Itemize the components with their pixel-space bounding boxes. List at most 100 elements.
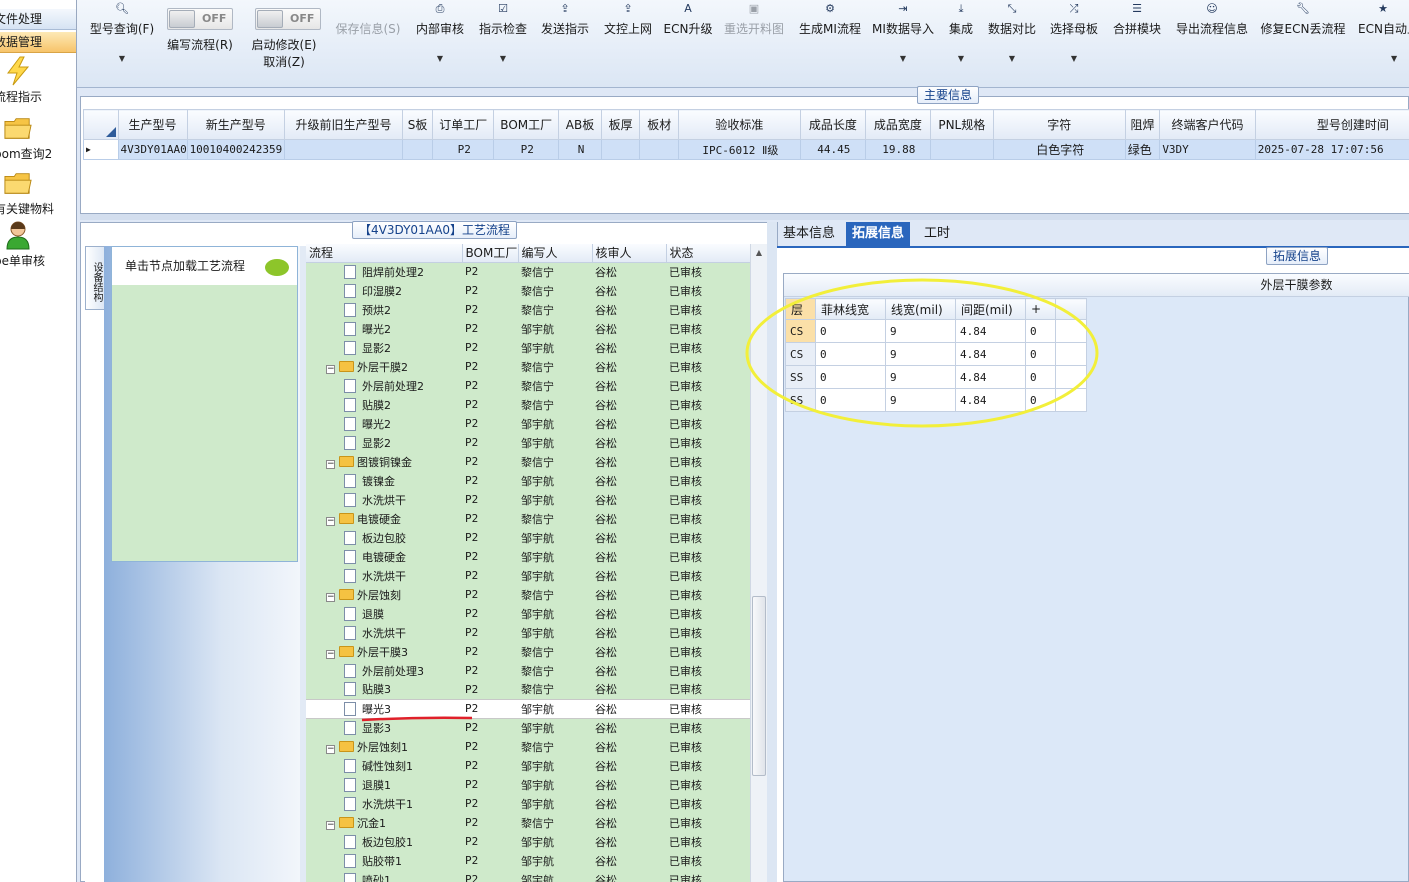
tree-cell-status[interactable]: 已审核 [666,737,750,756]
col-header[interactable]: 菲林线宽 [815,298,886,320]
nav-item-flow-instruction[interactable]: 流程指示 [0,56,76,110]
tree-cell-bom[interactable]: P2 [462,813,518,832]
tree-cell-writer[interactable]: 邹宇航 [518,433,592,452]
tree-cell-status[interactable]: 已审核 [666,680,750,699]
col-header[interactable]: BOM工厂 [462,244,519,263]
row-selector-header[interactable] [83,109,119,140]
tree-cell-writer[interactable]: 邹宇航 [518,604,592,623]
tree-row[interactable]: − 外层干膜2 P2 黎信宁 谷松 已审核 [306,357,750,376]
tree-cell-bom[interactable]: P2 [462,509,518,528]
table-row[interactable]: ▶ 4V3DY01AA0 10010400242359 P2 P2 N IPC-… [83,139,1409,160]
tree-cell-writer[interactable]: 黎信宁 [518,452,592,471]
tree-cell-writer[interactable]: 邹宇航 [518,718,592,737]
tree-cell-writer[interactable]: 邹宇航 [518,319,592,338]
col-header[interactable]: PNL规格 [929,109,994,140]
tree-row[interactable]: 喷砂1 P2 邹宇航 谷松 已审核 [306,870,750,882]
col-header[interactable]: - [1055,298,1087,320]
nav-item-key-material[interactable]: 有关键物料 [0,168,76,222]
tree-cell-reviewer[interactable]: 谷松 [592,604,666,623]
tree-cell-reviewer[interactable]: 谷松 [592,642,666,661]
tree-row[interactable]: 贴膜2 P2 黎信宁 谷松 已审核 [306,395,750,414]
col-header[interactable]: 生产型号 [117,109,188,140]
tree-cell-writer[interactable]: 黎信宁 [518,376,592,395]
tree-cell-reviewer[interactable]: 谷松 [592,300,666,319]
tree-cell-bom[interactable]: P2 [462,756,518,775]
tree-cell-reviewer[interactable]: 谷松 [592,509,666,528]
tree-cell-reviewer[interactable]: 谷松 [592,319,666,338]
tree-cell-bom[interactable]: P2 [462,642,518,661]
tree-cell-writer[interactable]: 邹宇航 [518,338,592,357]
collapse-icon[interactable]: − [326,516,335,526]
tree-cell-bom[interactable]: P2 [462,585,518,604]
tab-basic-info[interactable]: 基本信息 [777,222,841,246]
tree-cell-writer[interactable]: 邹宇航 [518,756,592,775]
tree-cell-reviewer[interactable]: 谷松 [592,490,666,509]
tree-cell-reviewer[interactable]: 谷松 [592,395,666,414]
mi-data-import-button[interactable]: ⇥ MI数据导入 ▼ [869,0,937,88]
horizontal-splitter[interactable] [80,214,1409,220]
tree-row[interactable]: − 外层蚀刻 P2 黎信宁 谷松 已审核 [306,585,750,604]
nav-item-pe-review[interactable]: pe单审核 [0,220,76,274]
tree-cell-status[interactable]: 已审核 [666,357,750,376]
tree-cell-bom[interactable]: P2 [462,794,518,813]
tree-cell-bom[interactable]: P2 [462,452,518,471]
tree-cell-status[interactable]: 已审核 [666,851,750,870]
chevron-down-icon[interactable]: ▼ [1391,54,1397,63]
tree-row[interactable]: 显影3 P2 邹宇航 谷松 已审核 [306,718,750,737]
tree-cell-reviewer[interactable]: 谷松 [592,851,666,870]
col-header[interactable]: 成品长度 [799,109,866,140]
col-header[interactable]: 层 [785,298,816,320]
tree-cell-writer[interactable]: 邹宇航 [518,471,592,490]
table-row[interactable]: CS 0 9 4.84 0 [785,342,1087,366]
tree-cell-status[interactable]: 已审核 [666,528,750,547]
model-query-button[interactable]: 🔍︎ 型号查询(F) ▼ [83,0,161,88]
tree-cell-writer[interactable]: 黎信宁 [518,509,592,528]
tree-cell-writer[interactable]: 邹宇航 [518,547,592,566]
tree-row[interactable]: 水洗烘干 P2 邹宇航 谷松 已审核 [306,566,750,585]
tree-cell-writer[interactable]: 黎信宁 [518,661,592,680]
ecn-upgrade-button[interactable]: A ECN升级 [662,0,714,88]
tree-row[interactable]: 镀镍金 P2 邹宇航 谷松 已审核 [306,471,750,490]
tree-cell-status[interactable]: 已审核 [666,604,750,623]
tree-cell-reviewer[interactable]: 谷松 [592,623,666,642]
tree-row[interactable]: − 外层蚀刻1 P2 黎信宁 谷松 已审核 [306,737,750,756]
table-row[interactable]: CS 0 9 4.84 0 [785,319,1087,343]
col-header[interactable]: 核审人 [592,244,667,263]
col-header[interactable]: 板厚 [600,109,641,140]
tree-cell-bom[interactable]: P2 [462,718,518,737]
tree-cell-reviewer[interactable]: 谷松 [592,414,666,433]
col-header[interactable]: 新生产型号 [186,109,286,140]
tree-cell-reviewer[interactable]: 谷松 [592,680,666,699]
tree-row[interactable]: − 图镀铜镍金 P2 黎信宁 谷松 已审核 [306,452,750,471]
tree-cell-bom[interactable]: P2 [462,357,518,376]
tree-cell-status[interactable]: 已审核 [666,698,750,719]
tree-cell-status[interactable]: 已审核 [666,300,750,319]
tree-cell-reviewer[interactable]: 谷松 [592,357,666,376]
tree-cell-status[interactable]: 已审核 [666,395,750,414]
col-header[interactable]: 终端客户代码 [1159,109,1256,140]
tree-cell-bom[interactable]: P2 [462,623,518,642]
tree-cell-status[interactable]: 已审核 [666,870,750,882]
tree-row[interactable]: 退膜1 P2 邹宇航 谷松 已审核 [306,775,750,794]
tree-cell-status[interactable]: 已审核 [666,623,750,642]
tree-cell-writer[interactable]: 邹宇航 [518,528,592,547]
reselect-cutting-map-button[interactable]: ▣ 重选开料图 [720,0,788,88]
tree-cell-writer[interactable]: 黎信宁 [518,300,592,319]
tree-row[interactable]: 外层前处理2 P2 黎信宁 谷松 已审核 [306,376,750,395]
tree-cell-writer[interactable]: 邹宇航 [518,566,592,585]
tree-cell-status[interactable]: 已审核 [666,262,750,281]
tree-cell-bom[interactable]: P2 [462,490,518,509]
merge-module-button[interactable]: ☰ 合拼模块 [1109,0,1165,88]
col-header[interactable]: 订单工厂 [432,109,495,140]
tree-cell-bom[interactable]: P2 [462,414,518,433]
tree-cell-status[interactable]: 已审核 [666,794,750,813]
tree-cell-status[interactable]: 已审核 [666,585,750,604]
tree-row[interactable]: 阻焊前处理2 P2 黎信宁 谷松 已审核 [306,262,750,281]
tree-cell-bom[interactable]: P2 [462,661,518,680]
tree-row[interactable]: − 沉金1 P2 黎信宁 谷松 已审核 [306,813,750,832]
tree-cell-reviewer[interactable]: 谷松 [592,794,666,813]
tree-cell-reviewer[interactable]: 谷松 [592,832,666,851]
tree-cell-bom[interactable]: P2 [462,338,518,357]
tree-cell-status[interactable]: 已审核 [666,319,750,338]
instruction-check-button[interactable]: ☑ 指示检查 ▼ [475,0,531,88]
